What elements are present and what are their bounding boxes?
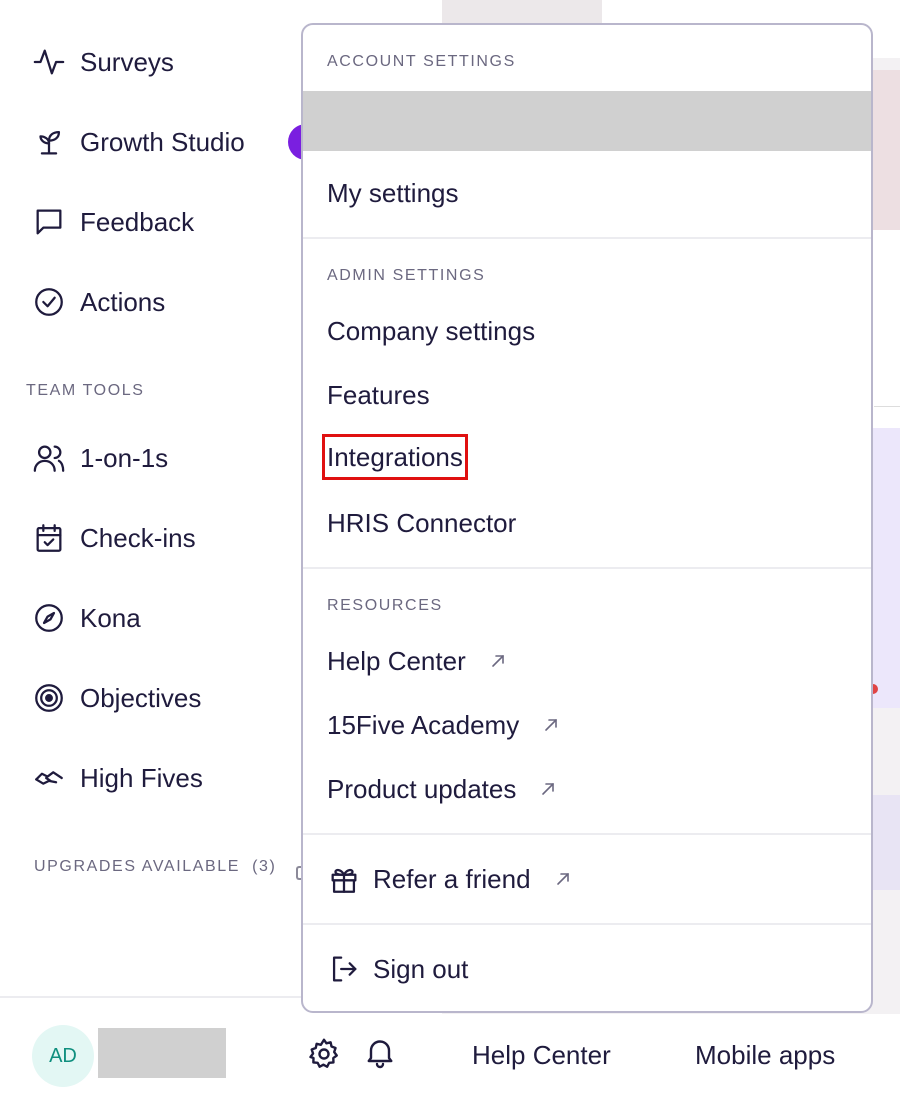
menu-item-15five-academy[interactable]: 15Five Academy (327, 705, 561, 745)
sidebar-item-label: Objectives (80, 682, 202, 713)
sidebar-item-actions[interactable]: Actions (32, 282, 165, 322)
menu-divider (303, 237, 871, 239)
message-square-icon (36, 209, 62, 235)
external-link-icon (542, 783, 555, 795)
external-link-icon (545, 719, 558, 731)
menu-item-features[interactable]: Features (327, 375, 430, 415)
sidebar-item-label: Feedback (80, 206, 195, 237)
menu-section-account-settings: ACCOUNT SETTINGS (327, 53, 516, 70)
check-circle-icon (35, 288, 63, 316)
header-pill (442, 0, 602, 24)
handshake-icon (35, 771, 63, 785)
users-icon (33, 445, 65, 472)
sidebar-item-kona[interactable]: Kona (32, 598, 141, 638)
footer-link-mobile-apps[interactable]: Mobile apps (695, 1040, 835, 1071)
menu-section-admin-settings: ADMIN SETTINGS (327, 267, 486, 284)
sidebar-item-1-on-1s[interactable]: 1-on-1s (32, 438, 168, 478)
background-panel-2 (872, 795, 900, 890)
background-card (872, 70, 900, 230)
sidebar-item-high-fives[interactable]: High Fives (32, 758, 203, 798)
sidebar-item-label: High Fives (80, 762, 203, 793)
background-strip (872, 230, 900, 318)
settings-dropdown-menu: ACCOUNT SETTINGS My settings ADMIN SETTI… (301, 23, 873, 1013)
user-name-redacted (98, 1028, 226, 1078)
sign-out-icon (332, 956, 357, 982)
menu-item-my-settings[interactable]: My settings (327, 173, 459, 213)
menu-item-integrations[interactable]: Integrations (322, 434, 468, 480)
menu-item-refer-a-friend[interactable]: Refer a friend (327, 859, 573, 899)
menu-divider (303, 567, 871, 569)
target-icon (35, 684, 63, 712)
section-label-team-tools: TEAM TOOLS (26, 382, 145, 399)
sidebar-item-label: Surveys (80, 46, 174, 77)
menu-item-label: Sign out (373, 953, 469, 984)
gift-icon (331, 868, 357, 893)
menu-item-product-updates[interactable]: Product updates (327, 769, 558, 809)
menu-item-hris-connector[interactable]: HRIS Connector (327, 503, 516, 543)
bell-icon[interactable] (362, 1034, 398, 1070)
activity-icon (33, 49, 65, 75)
sidebar-item-label: Kona (80, 602, 141, 633)
sidebar-item-label: Actions (80, 286, 166, 317)
gear-icon[interactable] (306, 1036, 342, 1072)
menu-divider (303, 833, 871, 835)
menu-item-help-center[interactable]: Help Center (327, 641, 508, 681)
section-label-upgrades: UPGRADES AVAILABLE (3) (34, 858, 276, 876)
sidebar-item-check-ins[interactable]: Check-ins (32, 518, 196, 558)
menu-item-label: Product updates (327, 773, 517, 804)
sidebar-item-growth-studio[interactable]: Growth Studio (32, 122, 245, 162)
menu-divider (303, 923, 871, 925)
sidebar-item-feedback[interactable]: Feedback (32, 202, 194, 242)
sidebar-item-objectives[interactable]: Objectives (32, 678, 201, 718)
background-panel-header (872, 318, 900, 428)
avatar[interactable]: AD (32, 1025, 94, 1087)
sidebar-item-label: 1-on-1s (80, 442, 169, 473)
footer-link-help-center[interactable]: Help Center (472, 1040, 611, 1071)
sidebar-item-surveys[interactable]: Surveys (32, 42, 174, 82)
upgrades-count: (3) (252, 858, 277, 875)
external-link-icon (491, 655, 504, 667)
redacted-account-row (303, 91, 871, 151)
sprout-icon (39, 130, 61, 155)
sidebar-item-label: Check-ins (80, 522, 196, 553)
external-link-icon (556, 873, 569, 885)
menu-item-label: Help Center (327, 645, 466, 676)
menu-section-resources: RESOURCES (327, 597, 443, 614)
upgrades-label: UPGRADES AVAILABLE (34, 858, 241, 875)
menu-item-sign-out[interactable]: Sign out (327, 949, 468, 989)
menu-item-label: 15Five Academy (327, 709, 520, 740)
compass-icon (35, 604, 63, 632)
background-divider (874, 406, 900, 407)
calendar-check-icon (36, 524, 62, 552)
sidebar-item-label: Growth Studio (80, 126, 245, 157)
menu-item-label: Refer a friend (373, 863, 531, 894)
menu-item-company-settings[interactable]: Company settings (327, 311, 535, 351)
